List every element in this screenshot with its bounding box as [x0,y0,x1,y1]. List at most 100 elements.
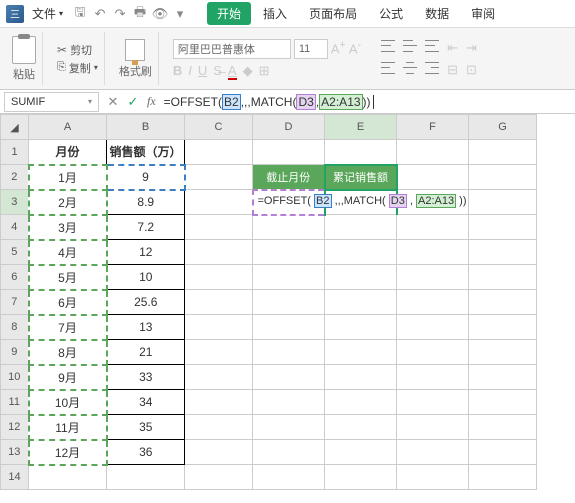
undo-icon[interactable]: ↶ [91,5,109,23]
cell-B7[interactable]: 25.6 [107,290,185,315]
row-10[interactable]: 10 [1,365,29,390]
cell-F6[interactable] [397,265,469,290]
cell-G6[interactable] [469,265,537,290]
cell-A1[interactable]: 月份 [29,140,107,165]
row-12[interactable]: 12 [1,415,29,440]
border-button[interactable]: ⊞ [259,63,270,79]
row-14[interactable]: 14 [1,465,29,490]
cell-A13[interactable]: 12月 [29,440,107,465]
cell-F14[interactable] [397,465,469,490]
row-7[interactable]: 7 [1,290,29,315]
cell-A12[interactable]: 11月 [29,415,107,440]
cell-D14[interactable] [253,465,325,490]
indent-right-icon[interactable]: ⇥ [466,40,477,56]
sheet-grid[interactable]: ◢ A B C D E F G 1月份销售额（万） 21月9截止月份累记销售额 … [0,114,575,490]
cell-C1[interactable] [185,140,253,165]
cell-B11[interactable]: 34 [107,390,185,415]
cell-D4[interactable] [253,215,325,240]
cell-E11[interactable] [325,390,397,415]
bold-button[interactable]: B [173,63,182,78]
align-right-icon[interactable] [425,62,439,74]
shrink-font-icon[interactable]: A- [349,39,361,59]
grow-font-icon[interactable]: A+ [331,39,346,59]
cell-A14[interactable] [29,465,107,490]
cell-F12[interactable] [397,415,469,440]
cell-F1[interactable] [397,140,469,165]
cell-C8[interactable] [185,315,253,340]
cell-C13[interactable] [185,440,253,465]
cell-G1[interactable] [469,140,537,165]
cell-G7[interactable] [469,290,537,315]
row-11[interactable]: 11 [1,390,29,415]
tab-review[interactable]: 审阅 [461,2,505,25]
cell-F10[interactable] [397,365,469,390]
cell-D6[interactable] [253,265,325,290]
cell-F8[interactable] [397,315,469,340]
cell-D13[interactable] [253,440,325,465]
cell-E13[interactable] [325,440,397,465]
merge-icon[interactable]: ⊡ [466,62,477,78]
cell-C10[interactable] [185,365,253,390]
cell-G11[interactable] [469,390,537,415]
cell-B2[interactable]: 9 [107,165,185,190]
row-9[interactable]: 9 [1,340,29,365]
cell-G14[interactable] [469,465,537,490]
cell-B9[interactable]: 21 [107,340,185,365]
tab-start[interactable]: 开始 [207,2,251,25]
cell-C5[interactable] [185,240,253,265]
cell-E6[interactable] [325,265,397,290]
italic-button[interactable]: I [188,63,192,78]
align-left-icon[interactable] [381,62,395,74]
cell-G4[interactable] [469,215,537,240]
cell-E5[interactable] [325,240,397,265]
size-select[interactable] [294,39,328,59]
cell-B4[interactable]: 7.2 [107,215,185,240]
cell-D8[interactable] [253,315,325,340]
cell-B13[interactable]: 36 [107,440,185,465]
print-icon[interactable]: 🖶 [131,5,149,23]
cell-C9[interactable] [185,340,253,365]
tab-data[interactable]: 数据 [415,2,459,25]
redo-icon[interactable]: ↷ [111,5,129,23]
cell-E9[interactable] [325,340,397,365]
cell-C3[interactable] [185,190,253,215]
cell-G12[interactable] [469,415,537,440]
cell-A8[interactable]: 7月 [29,315,107,340]
cut-button[interactable]: ✂剪切 [57,42,98,58]
row-3[interactable]: 3 [1,190,29,215]
indent-left-icon[interactable]: ⇤ [447,40,458,56]
cell-D9[interactable] [253,340,325,365]
tab-layout[interactable]: 页面布局 [299,2,367,25]
cell-E10[interactable] [325,365,397,390]
cell-F11[interactable] [397,390,469,415]
cell-D11[interactable] [253,390,325,415]
cell-D2[interactable]: 截止月份 [253,165,325,190]
font-select[interactable] [173,39,291,59]
brush-icon[interactable] [125,39,145,61]
cell-D3[interactable]: =OFFSET( B2 ,,,MATCH( D3 , A2:A13 )) [253,190,325,215]
formula-input[interactable]: =OFFSET(B2,,,MATCH(D3,A2:A13)) [160,95,575,109]
copy-button[interactable]: ⎘复制▾ [57,60,98,76]
row-5[interactable]: 5 [1,240,29,265]
paste-icon[interactable] [12,36,36,64]
cell-A3[interactable]: 2月 [29,190,107,215]
align-mid-icon[interactable] [403,40,417,52]
row-8[interactable]: 8 [1,315,29,340]
cell-B12[interactable]: 35 [107,415,185,440]
name-box[interactable]: SUMIF▾ [4,92,99,112]
preview-icon[interactable]: 👁 [151,5,169,23]
cell-F2[interactable] [397,165,469,190]
cell-C6[interactable] [185,265,253,290]
row-6[interactable]: 6 [1,265,29,290]
fillcolor-button[interactable]: ◆ [243,63,253,79]
cell-G8[interactable] [469,315,537,340]
cell-F13[interactable] [397,440,469,465]
align-bot-icon[interactable] [425,40,439,52]
cell-A9[interactable]: 8月 [29,340,107,365]
cell-F5[interactable] [397,240,469,265]
row-1[interactable]: 1 [1,140,29,165]
col-A[interactable]: A [29,115,107,140]
cell-D5[interactable] [253,240,325,265]
cell-E4[interactable] [325,215,397,240]
align-center-icon[interactable] [403,62,417,74]
